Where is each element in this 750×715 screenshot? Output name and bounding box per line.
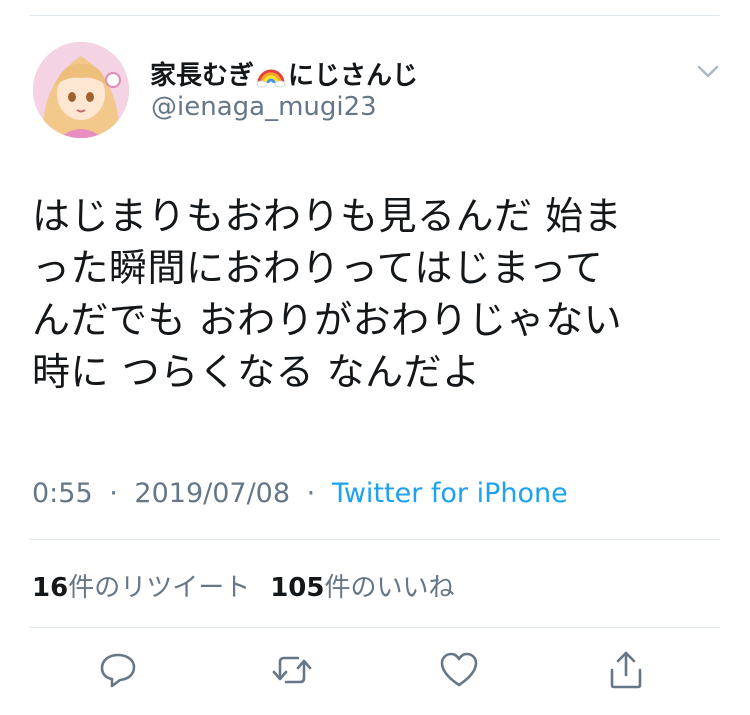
reply-button[interactable] xyxy=(96,648,140,692)
likes-label: 件のいいね xyxy=(324,573,455,603)
chevron-down-icon xyxy=(697,65,719,78)
meta-separator: · xyxy=(306,478,316,509)
tweet-metadata: 0:55 · 2019/07/08 · Twitter for iPhone xyxy=(32,478,568,509)
retweets-label: 件のリツイート xyxy=(68,573,251,603)
likes-stat[interactable]: 105件のいいね xyxy=(270,573,454,603)
retweets-count: 16 xyxy=(32,573,69,603)
display-name-suffix: にじさんじ xyxy=(288,61,419,91)
tweet-text: はじまりもおわりも見るんだ 始ま った瞬間におわりってはじまって んだでも おわ… xyxy=(32,194,623,394)
tweet-date[interactable]: 2019/07/08 xyxy=(134,478,290,509)
heart-icon xyxy=(440,652,478,687)
tweet-menu-button[interactable] xyxy=(694,62,722,82)
rainbow-emoji-icon xyxy=(256,69,286,87)
user-handle[interactable]: @ienaga_mugi23 xyxy=(151,92,377,122)
display-name-text: 家長むぎ xyxy=(150,61,255,91)
divider xyxy=(30,539,720,540)
display-name[interactable]: 家長むぎ にじさんじ xyxy=(150,55,418,92)
retweet-icon xyxy=(272,656,312,684)
tweet-source-link[interactable]: Twitter for iPhone xyxy=(332,478,568,509)
avatar[interactable] xyxy=(33,42,129,138)
top-divider xyxy=(30,15,720,16)
retweet-button[interactable] xyxy=(270,648,314,692)
meta-separator: · xyxy=(109,478,118,509)
likes-count: 105 xyxy=(270,573,325,603)
retweets-stat[interactable]: 16件のリツイート xyxy=(32,573,250,603)
like-button[interactable] xyxy=(437,648,481,692)
share-icon xyxy=(610,651,642,689)
tweet-time[interactable]: 0:55 xyxy=(32,478,93,509)
tweet-actions xyxy=(0,648,750,698)
reply-icon xyxy=(100,653,136,688)
divider xyxy=(30,627,720,628)
tweet-stats: 16件のリツイート 105件のいいね xyxy=(32,567,455,604)
avatar-image xyxy=(33,42,129,138)
share-button[interactable] xyxy=(604,648,648,692)
